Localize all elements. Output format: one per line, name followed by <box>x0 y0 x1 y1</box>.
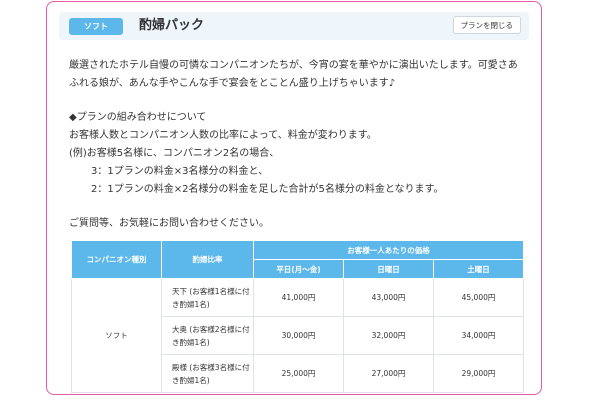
th-price-per-guest: お客様一人あたりの価格 <box>252 240 525 260</box>
saturday-price: 45,000円 <box>432 278 525 317</box>
ratio-cell: 大奥 (お客様2名様に付き酌婦1名) <box>161 316 254 355</box>
th-sunday: 日曜日 <box>343 259 434 279</box>
close-plan-button[interactable]: プランを閉じる <box>452 16 521 34</box>
combo-line: 2：1プランの料金×2名様分の料金を足した合計が5名様分の料金となります。 <box>91 184 444 195</box>
contact-note: ご質問等、お気軽にお問い合わせください。 <box>69 218 269 229</box>
plan-panel: ソフト 酌婦パック プランを閉じる 厳選されたホテル自慢の可憐なコンパニオンたち… <box>46 1 542 395</box>
plan-description: 厳選されたホテル自慢の可憐なコンパニオンたちが、今宵の宴を華やかに演出いたします… <box>69 57 529 233</box>
price-table: コンパニオン種別 酌婦比率 お客様一人あたりの価格 平日(月～金) 日曜日 土曜… <box>71 240 525 393</box>
th-companion-type: コンパニオン種別 <box>71 240 162 279</box>
th-weekday: 平日(月～金) <box>253 259 344 279</box>
th-saturday: 土曜日 <box>432 259 525 279</box>
plan-category-badge: ソフト <box>69 18 123 35</box>
weekday-price: 41,000円 <box>253 278 344 317</box>
sunday-price: 32,000円 <box>343 316 434 355</box>
ratio-cell: 殿様 (お客様3名様に付き酌婦1名) <box>161 354 254 393</box>
companion-type-cell: ソフト <box>71 278 162 393</box>
combo-heading: ◆プランの組み合わせについて <box>69 112 207 123</box>
combo-line: 3：1プランの料金×3名様分の料金と、 <box>91 166 269 177</box>
th-ratio: 酌婦比率 <box>161 240 254 279</box>
weekday-price: 25,000円 <box>253 354 344 393</box>
sunday-price: 43,000円 <box>343 278 434 317</box>
table-row: ソフト 天下 (お客様1名様に付き酌婦1名) 41,000円 43,000円 4… <box>71 278 525 393</box>
saturday-price: 29,000円 <box>432 354 525 393</box>
combo-line: (例)お客様5名様に、コンパニオン2名の場合、 <box>69 148 280 159</box>
intro-line: ふれる娘が、あんな手やこんな手で宴会をとことん盛り上げちゃいます♪ <box>69 78 396 89</box>
weekday-price: 30,000円 <box>253 316 344 355</box>
saturday-price: 34,000円 <box>432 316 525 355</box>
sunday-price: 27,000円 <box>343 354 434 393</box>
ratio-cell: 天下 (お客様1名様に付き酌婦1名) <box>161 278 254 317</box>
combo-line: お客様人数とコンパニオン人数の比率によって、料金が変わります。 <box>69 130 377 141</box>
plan-title: 酌婦パック <box>139 18 205 33</box>
intro-line: 厳選されたホテル自慢の可憐なコンパニオンたちが、今宵の宴を華やかに演出いたします… <box>69 60 518 71</box>
plan-header: ソフト 酌婦パック プランを閉じる <box>59 12 529 40</box>
